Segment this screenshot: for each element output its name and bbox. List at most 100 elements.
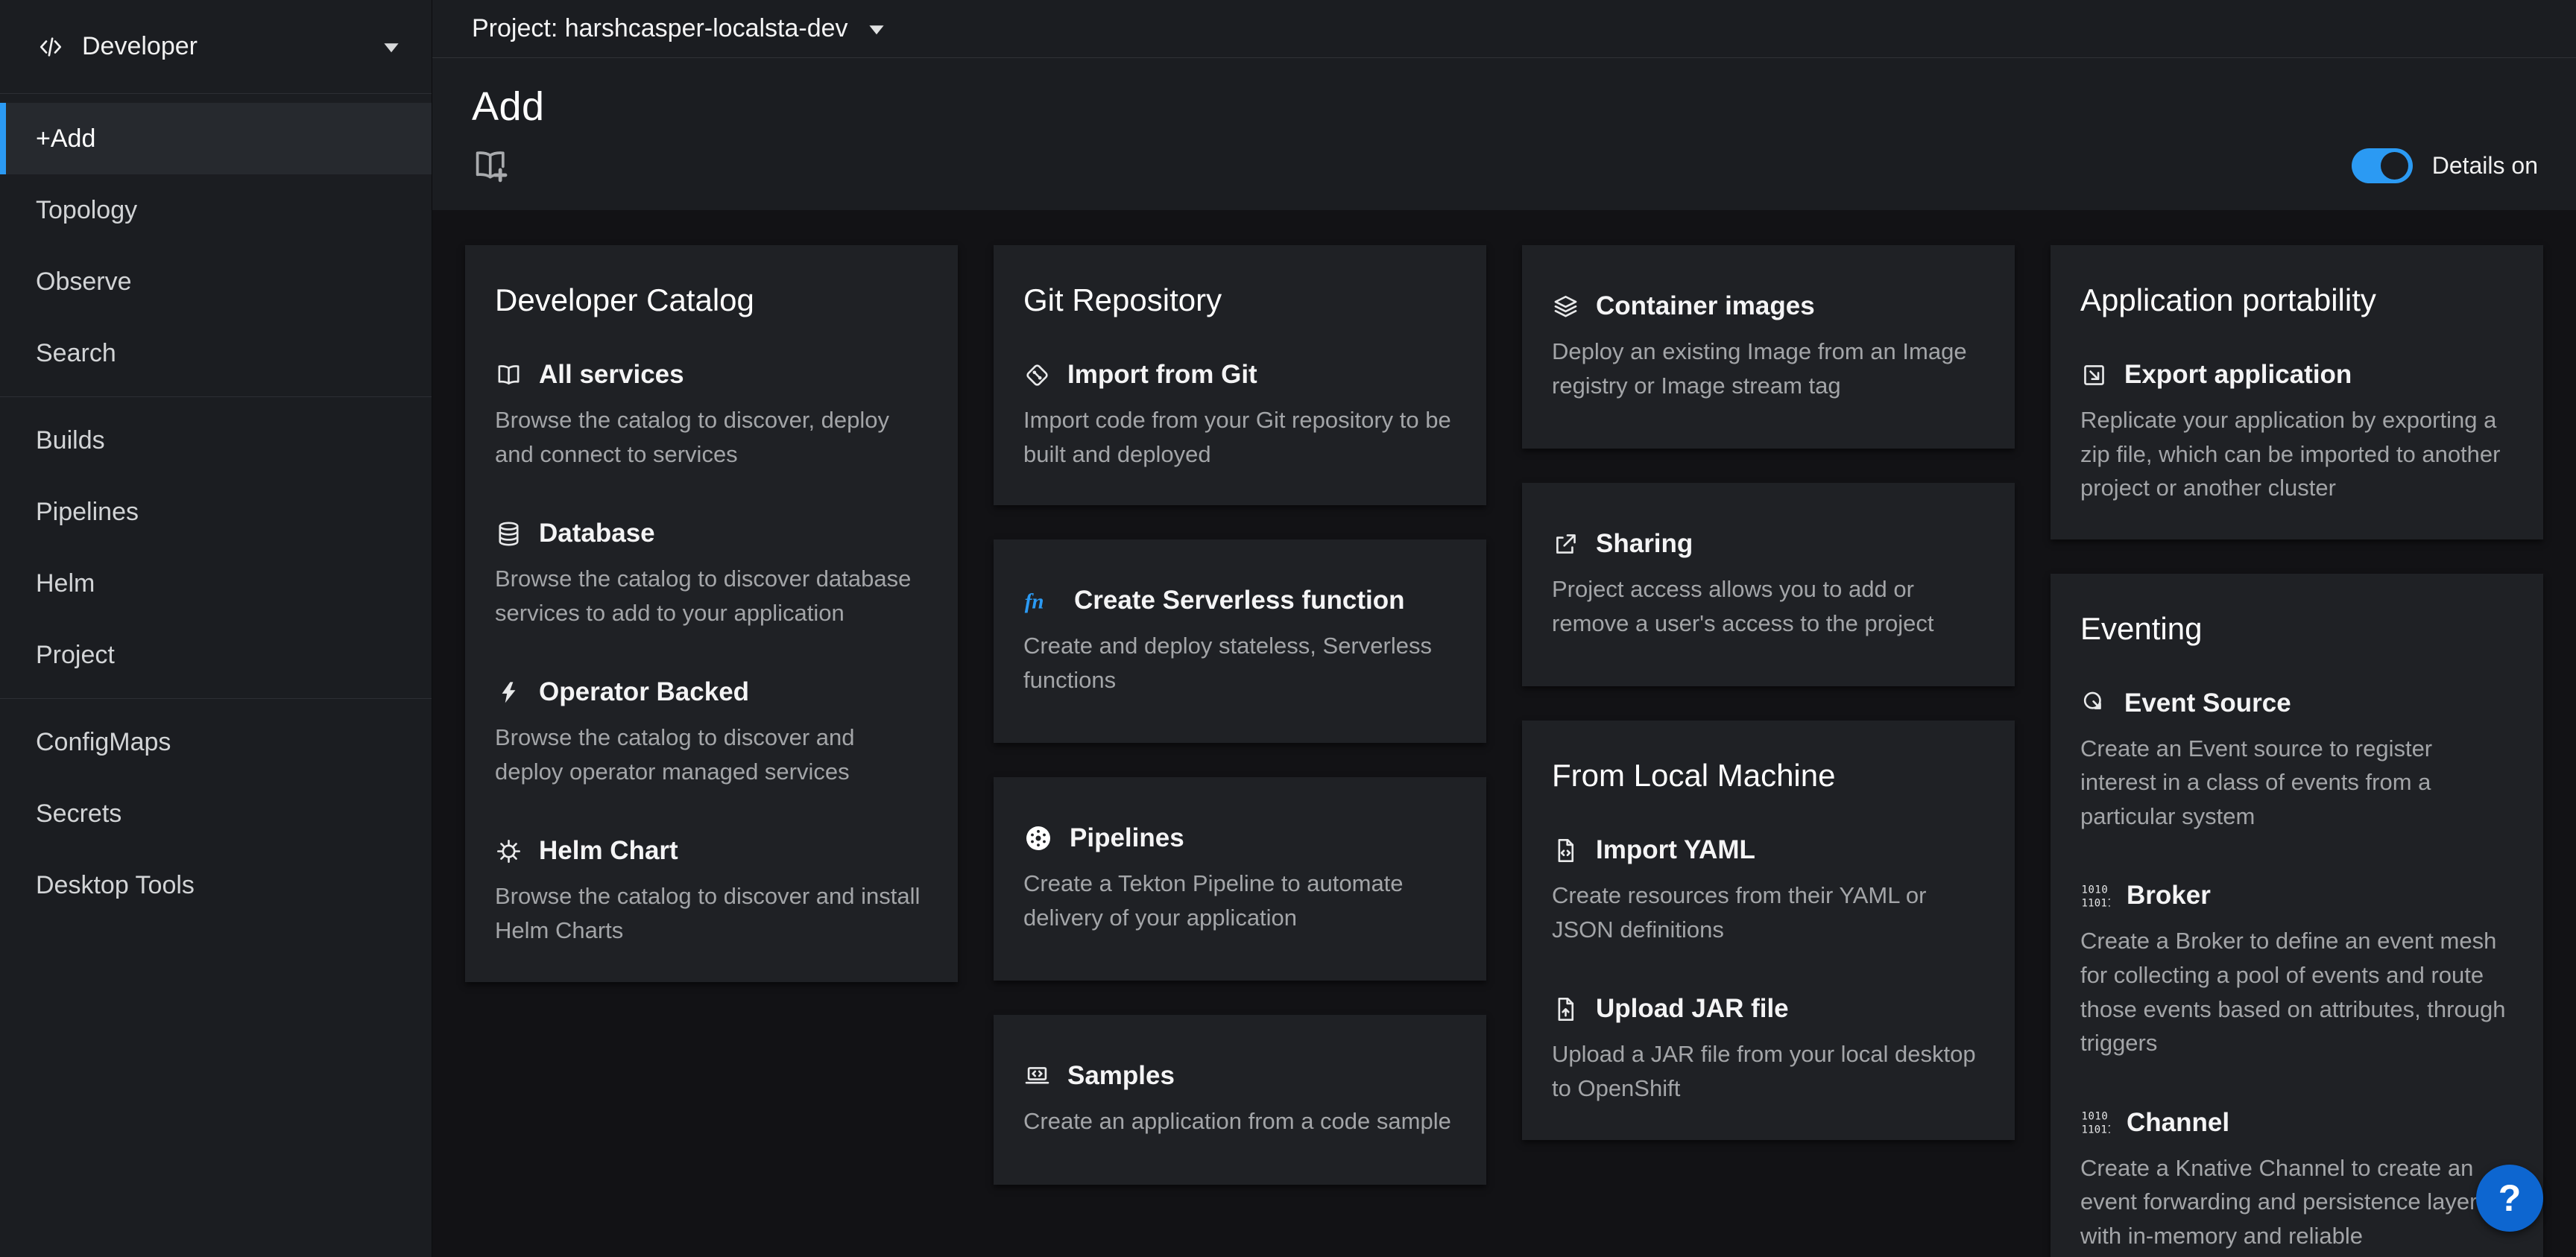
page-header: Add Details on xyxy=(432,58,2576,210)
tekton-icon xyxy=(1023,823,1053,853)
card-from-local-machine: From Local MachineImport YAMLCreate reso… xyxy=(1522,721,2015,1139)
item-description: Import code from your Git repository to … xyxy=(1023,403,1456,471)
page-header-row: Details on xyxy=(472,146,2538,185)
main-area: Project: harshcasper-localsta-dev Add De… xyxy=(432,0,2576,1257)
item-label: Create Serverless function xyxy=(1074,586,1405,615)
item-head: Import from Git xyxy=(1023,360,1456,390)
sidebar-item-search[interactable]: Search xyxy=(0,317,432,389)
sidebar-item-add[interactable]: +Add xyxy=(0,103,432,174)
card-column-4: Application portability Export applicatio… xyxy=(2051,245,2543,1257)
perspective-switcher[interactable]: Developer xyxy=(0,0,432,94)
sidebar-item-configmaps[interactable]: ConfigMaps xyxy=(0,706,432,778)
card-git-repository: Git RepositoryImport from GitImport code… xyxy=(994,245,1486,505)
item-description: Browse the catalog to discover and insta… xyxy=(495,879,928,947)
bolt-icon xyxy=(495,679,523,706)
item-description: Project access allows you to add or remo… xyxy=(1552,572,1985,640)
item-description: Browse the catalog to discover database … xyxy=(495,562,928,630)
sidebar-item-secrets[interactable]: Secrets xyxy=(0,778,432,849)
item-label: Broker xyxy=(2127,881,2211,911)
card-pipelines: Pipelines Create a Tekton Pipeline to aut… xyxy=(994,777,1486,981)
database-icon xyxy=(495,520,523,548)
project-selector[interactable]: Project: harshcasper-localsta-dev xyxy=(472,14,886,43)
add-item-samples[interactable]: Samples Create an application from a code… xyxy=(1023,1061,1456,1139)
card-title-application-portability: Application portability xyxy=(2080,282,2513,318)
item-label: Event Source xyxy=(2124,688,2291,718)
item-head: fn Create Serverless function xyxy=(1023,586,1456,615)
book-icon xyxy=(495,361,523,389)
svg-text:11011: 11011 xyxy=(2082,1124,2111,1136)
details-toggle-label: Details on xyxy=(2432,152,2538,180)
svg-text:fn: fn xyxy=(1025,589,1044,613)
sidebar: Developer +AddTopologyObserveSearch Build… xyxy=(0,0,432,1257)
sidebar-item-pipelines[interactable]: Pipelines xyxy=(0,476,432,548)
sidebar-nav: +AddTopologyObserveSearch BuildsPipelines… xyxy=(0,94,432,921)
sidebar-item-desktop-tools[interactable]: Desktop Tools xyxy=(0,849,432,921)
add-item-export-application[interactable]: Export application Replicate your applica… xyxy=(2080,360,2513,505)
item-head: Sharing xyxy=(1552,529,1985,559)
add-item-event-source[interactable]: Event SourceCreate an Event source to re… xyxy=(2080,688,2513,834)
item-label: Container images xyxy=(1596,291,1815,321)
file-upload-icon xyxy=(1552,995,1579,1023)
item-description: Create a Broker to define an event mesh … xyxy=(2080,924,2513,1060)
item-head: Pipelines xyxy=(1023,823,1456,853)
details-toggle[interactable] xyxy=(2352,148,2413,183)
add-item-import-from-git[interactable]: Import from Git Import code from your Git… xyxy=(1023,360,1456,471)
git-icon xyxy=(1023,361,1051,389)
share-square-icon xyxy=(1552,531,1579,558)
card-title-developer-catalog: Developer Catalog xyxy=(495,282,928,318)
sidebar-item-helm[interactable]: Helm xyxy=(0,548,432,619)
help-button[interactable]: ? xyxy=(2476,1165,2543,1232)
sidebar-item-observe[interactable]: Observe xyxy=(0,246,432,317)
add-item-import-yaml[interactable]: Import YAMLCreate resources from their Y… xyxy=(1552,835,1985,946)
add-item-helm-chart[interactable]: Helm Chart Browse the catalog to discover… xyxy=(495,836,928,947)
card-eventing: EventingEvent SourceCreate an Event sour… xyxy=(2051,574,2543,1257)
laptop-code-icon xyxy=(1023,1063,1051,1090)
item-head: Event Source xyxy=(2080,688,2513,718)
card-developer-catalog: Developer CatalogAll servicesBrowse the … xyxy=(465,245,958,982)
add-item-operator-backed[interactable]: Operator BackedBrowse the catalog to dis… xyxy=(495,677,928,788)
add-page-content: Developer CatalogAll servicesBrowse the … xyxy=(432,210,2576,1257)
item-head: Samples xyxy=(1023,1061,1456,1091)
add-item-all-services[interactable]: All servicesBrowse the catalog to discov… xyxy=(495,360,928,471)
item-label: Export application xyxy=(2124,360,2352,390)
sidebar-item-topology[interactable]: Topology xyxy=(0,174,432,246)
binary-icon: 101011011 xyxy=(2080,882,2110,910)
item-description: Replicate your application by exporting … xyxy=(2080,403,2513,505)
add-item-sharing[interactable]: Sharing Project access allows you to add … xyxy=(1552,529,1985,640)
item-label: Pipelines xyxy=(1070,823,1184,853)
item-description: Create an application from a code sample xyxy=(1023,1104,1456,1139)
catalog-book-plus-icon xyxy=(472,146,511,185)
item-description: Deploy an existing Image from an Image r… xyxy=(1552,335,1985,402)
add-item-database[interactable]: DatabaseBrowse the catalog to discover d… xyxy=(495,519,928,630)
fn-icon: fn xyxy=(1023,587,1058,615)
details-toggle-group: Details on xyxy=(2352,148,2538,183)
code-icon xyxy=(37,34,64,60)
add-item-upload-jar-file[interactable]: Upload JAR fileUpload a JAR file from yo… xyxy=(1552,994,1985,1105)
sidebar-item-builds[interactable]: Builds xyxy=(0,405,432,476)
sidebar-item-project[interactable]: Project xyxy=(0,619,432,691)
perspective-label: Developer xyxy=(82,32,198,61)
sidebar-divider xyxy=(0,396,432,397)
helm-icon xyxy=(495,838,523,865)
page-title: Add xyxy=(472,83,2538,130)
card-column-2: Git RepositoryImport from GitImport code… xyxy=(994,245,1486,1185)
binary-icon: 101011011 xyxy=(2080,1109,2110,1136)
card-sharing: Sharing Project access allows you to add … xyxy=(1522,483,2015,686)
item-label: Helm Chart xyxy=(539,836,678,866)
add-item-channel[interactable]: 101011011ChannelCreate a Knative Channel… xyxy=(2080,1108,2513,1253)
item-label: Operator Backed xyxy=(539,677,749,707)
event-source-icon xyxy=(2080,689,2108,717)
add-item-broker[interactable]: 101011011 Broker Create a Broker to define… xyxy=(2080,881,2513,1060)
card-columns: Developer CatalogAll servicesBrowse the … xyxy=(465,245,2540,1257)
chevron-down-icon xyxy=(382,38,400,56)
item-description: Create a Tekton Pipeline to automate del… xyxy=(1023,867,1456,934)
add-item-container-images[interactable]: Container images Deploy an existing Image… xyxy=(1552,291,1985,402)
item-label: Import from Git xyxy=(1067,360,1257,390)
item-description: Upload a JAR file from your local deskto… xyxy=(1552,1037,1985,1105)
card-column-3: Container images Deploy an existing Image… xyxy=(1522,245,2015,1140)
item-head: Operator Backed xyxy=(495,677,928,707)
add-item-create-serverless-function[interactable]: fnCreate Serverless functionCreate and d… xyxy=(1023,586,1456,697)
item-label: All services xyxy=(539,360,684,390)
svg-text:1010: 1010 xyxy=(2082,1111,2109,1123)
add-item-pipelines[interactable]: Pipelines Create a Tekton Pipeline to aut… xyxy=(1023,823,1456,934)
